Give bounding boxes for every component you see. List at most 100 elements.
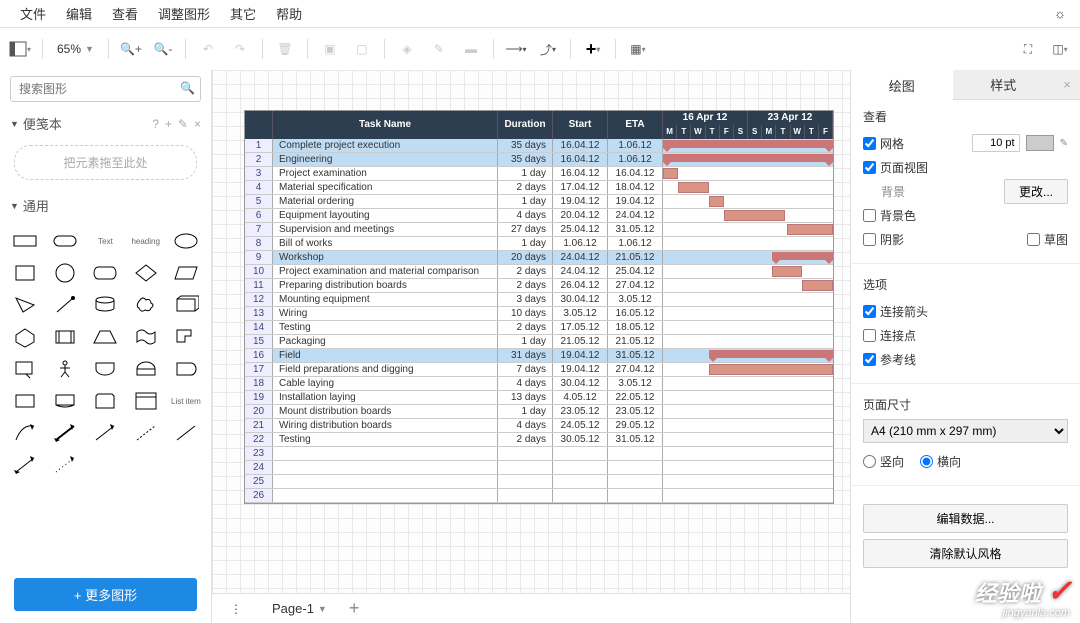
theme-toggle[interactable]: ☼: [1050, 2, 1070, 25]
edit-icon[interactable]: ✎: [178, 117, 188, 131]
menu-调整图形[interactable]: 调整图形: [148, 0, 220, 27]
shape-22[interactable]: [88, 355, 122, 383]
close-icon[interactable]: ×: [194, 117, 201, 131]
shape-23[interactable]: [129, 355, 163, 383]
grid-checkbox[interactable]: 网格: [863, 135, 904, 152]
shape-10[interactable]: [8, 291, 42, 319]
shape-20[interactable]: [8, 355, 42, 383]
gantt-row-17: 17Field preparations and digging7 days19…: [245, 363, 833, 377]
pagesize-select[interactable]: A4 (210 mm x 297 mm): [863, 419, 1068, 443]
connection-icon[interactable]: ⟶▾: [502, 35, 530, 63]
shape-11[interactable]: [48, 291, 82, 319]
menu-编辑[interactable]: 编辑: [56, 0, 102, 27]
edit-data-button[interactable]: 编辑数据...: [863, 504, 1068, 533]
shape-9[interactable]: [169, 259, 203, 287]
shadow-checkbox[interactable]: 阴影: [863, 231, 904, 248]
grid-size-input[interactable]: [972, 134, 1020, 152]
delete-icon[interactable]: 🗑: [271, 35, 299, 63]
shape-6[interactable]: [48, 259, 82, 287]
bgcolor-checkbox[interactable]: 背景色: [863, 207, 916, 224]
change-bg-button[interactable]: 更改...: [1004, 179, 1068, 204]
add-page-button[interactable]: +: [349, 598, 360, 619]
page-tab[interactable]: Page-1▼: [262, 597, 337, 620]
grid-color-swatch[interactable]: [1026, 135, 1054, 151]
scratchpad-header[interactable]: ▼ 便笺本 ?+✎×: [0, 108, 211, 139]
more-shapes-button[interactable]: + 更多图形: [14, 578, 197, 611]
shape-17[interactable]: [88, 323, 122, 351]
shape-34[interactable]: [169, 419, 203, 447]
tab-draw[interactable]: 绘图: [851, 70, 953, 100]
shape-12[interactable]: [88, 291, 122, 319]
conn-arrows-checkbox[interactable]: 连接箭头: [863, 303, 928, 320]
shape-13[interactable]: [129, 291, 163, 319]
gantt-row-25: 25: [245, 475, 833, 489]
redo-icon[interactable]: ↷: [226, 35, 254, 63]
landscape-radio[interactable]: 横向: [920, 453, 961, 470]
shape-27[interactable]: [88, 387, 122, 415]
shape-29[interactable]: List item: [169, 387, 203, 415]
pages-menu-icon[interactable]: ⋮: [222, 595, 250, 623]
sketch-checkbox[interactable]: 草图: [1027, 231, 1068, 248]
zoom-out-icon[interactable]: 🔍-: [149, 35, 177, 63]
shape-33[interactable]: [129, 419, 163, 447]
shape-1[interactable]: [48, 227, 82, 255]
left-panel: 🔍 ▼ 便笺本 ?+✎× 把元素拖至此处 ▼ 通用 TextheadingLis…: [0, 70, 212, 623]
pageview-checkbox[interactable]: 页面视图: [863, 159, 928, 176]
caret-down-icon: ▼: [10, 201, 19, 211]
color-picker-icon[interactable]: ✎: [1060, 138, 1068, 149]
zoom-select[interactable]: 65%▼: [51, 40, 100, 58]
undo-icon[interactable]: ↶: [194, 35, 222, 63]
to-back-icon[interactable]: ▢: [348, 35, 376, 63]
shape-18[interactable]: [129, 323, 163, 351]
zoom-in-icon[interactable]: 🔍+: [117, 35, 145, 63]
shape-15[interactable]: [8, 323, 42, 351]
table-icon[interactable]: ▦▾: [624, 35, 652, 63]
shape-36[interactable]: [48, 451, 82, 479]
shape-26[interactable]: [48, 387, 82, 415]
canvas[interactable]: Task NameDurationStartETA16 Apr 1223 Apr…: [212, 70, 850, 623]
shape-3[interactable]: heading: [129, 227, 163, 255]
shape-16[interactable]: [48, 323, 82, 351]
shape-19[interactable]: [169, 323, 203, 351]
gantt-row-6: 6Equipment layouting4 days20.04.1224.04.…: [245, 209, 833, 223]
shape-30[interactable]: [8, 419, 42, 447]
general-header[interactable]: ▼ 通用: [0, 190, 211, 221]
shape-25[interactable]: [8, 387, 42, 415]
fullscreen-icon[interactable]: ⛶: [1014, 35, 1042, 63]
shape-24[interactable]: [169, 355, 203, 383]
menu-文件[interactable]: 文件: [10, 0, 56, 27]
shape-14[interactable]: [169, 291, 203, 319]
shape-31[interactable]: [48, 419, 82, 447]
shape-8[interactable]: [129, 259, 163, 287]
scratchpad-dropzone[interactable]: 把元素拖至此处: [14, 145, 197, 180]
insert-icon[interactable]: +▾: [579, 35, 607, 63]
fill-icon[interactable]: ◈: [393, 35, 421, 63]
shape-4[interactable]: [169, 227, 203, 255]
clear-style-button[interactable]: 清除默认风格: [863, 539, 1068, 568]
shape-0[interactable]: [8, 227, 42, 255]
shape-5[interactable]: [8, 259, 42, 287]
waypoint-icon[interactable]: ⤴▾: [534, 35, 562, 63]
search-input[interactable]: [10, 76, 201, 102]
menu-查看[interactable]: 查看: [102, 0, 148, 27]
shape-28[interactable]: [129, 387, 163, 415]
shape-35[interactable]: [8, 451, 42, 479]
shape-7[interactable]: [88, 259, 122, 287]
add-icon[interactable]: +: [165, 117, 172, 131]
menu-帮助[interactable]: 帮助: [266, 0, 312, 27]
guides-checkbox[interactable]: 参考线: [863, 351, 916, 368]
help-icon[interactable]: ?: [152, 117, 159, 131]
portrait-radio[interactable]: 竖向: [863, 453, 904, 470]
tab-style[interactable]: 样式: [953, 70, 1055, 100]
shape-2[interactable]: Text: [88, 227, 122, 255]
to-front-icon[interactable]: ▣: [316, 35, 344, 63]
sidebar-toggle[interactable]: ▾: [6, 35, 34, 63]
shape-32[interactable]: [88, 419, 122, 447]
menu-其它[interactable]: 其它: [220, 0, 266, 27]
format-panel-toggle[interactable]: ◫▾: [1046, 35, 1074, 63]
conn-points-checkbox[interactable]: 连接点: [863, 327, 916, 344]
shadow-icon[interactable]: ▬: [457, 35, 485, 63]
line-color-icon[interactable]: ✎: [425, 35, 453, 63]
close-panel-icon[interactable]: ×: [1054, 70, 1080, 100]
shape-21[interactable]: [48, 355, 82, 383]
